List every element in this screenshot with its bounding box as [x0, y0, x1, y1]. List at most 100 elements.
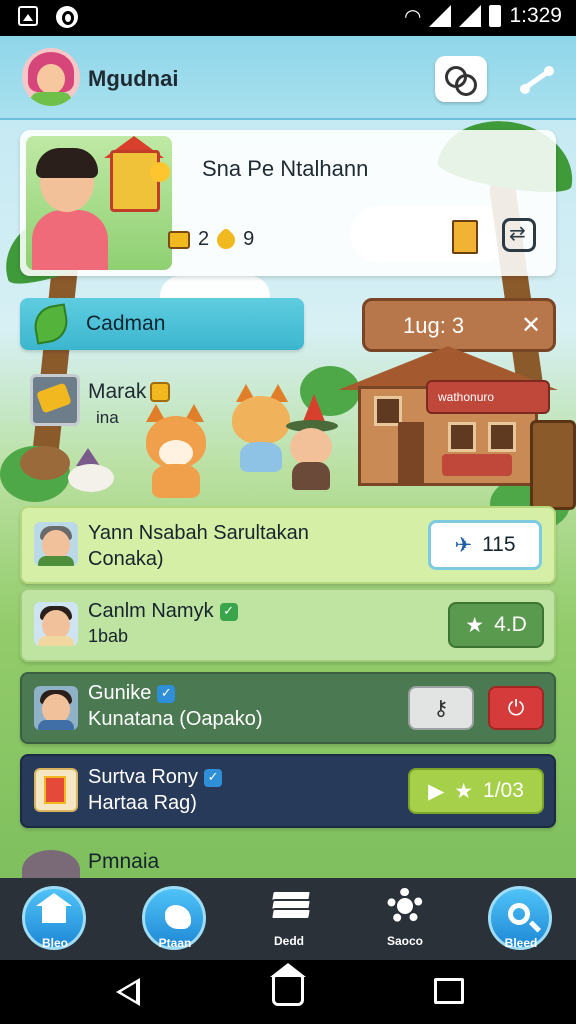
house-banner-text: wathonuro — [438, 390, 495, 404]
wrench-icon[interactable] — [516, 60, 556, 100]
quest-stat-value: 2 — [198, 228, 210, 250]
sign-label: 1ug: 3 — [403, 313, 465, 338]
fox-character[interactable] — [140, 404, 212, 498]
quest-character-body — [32, 210, 108, 270]
cat-body — [240, 442, 282, 472]
quest-stats: 2 9 — [168, 226, 255, 253]
nav-item-search[interactable]: Bleed — [476, 878, 566, 960]
power-button[interactable]: ⏻ — [488, 686, 544, 730]
star-icon: ★ — [465, 613, 485, 637]
status-bar: ◠ 1:329 — [0, 0, 576, 36]
heart-icon — [213, 226, 239, 253]
item-title: Marak — [88, 380, 171, 404]
goat-body — [68, 464, 114, 492]
chest-icon — [168, 230, 190, 249]
close-icon[interactable]: ✕ — [521, 311, 541, 339]
app-title: Mgudnai — [88, 66, 179, 91]
house-door — [398, 422, 424, 484]
quest-heart-value: 9 — [243, 228, 255, 250]
house-small-sign — [442, 454, 512, 476]
verified-icon: ✓ — [204, 768, 223, 787]
item-subtitle: ina — [96, 408, 119, 427]
row-avatar — [34, 602, 78, 646]
row-name: Canlm Namyk ✓ — [88, 600, 238, 623]
wrench-end — [520, 84, 530, 94]
row-action-button[interactable]: ★ 4.D — [448, 602, 544, 648]
gnome-face — [290, 428, 332, 466]
row-name: Gunike ✓ — [88, 682, 176, 705]
row-action-label: 115 — [482, 533, 516, 556]
location-label: Cadman — [86, 312, 166, 335]
bottom-navigation: Bleo Ptaan Dedd Saoco Bleed — [0, 878, 576, 960]
lock-icon: ⚷ — [433, 696, 449, 720]
system-navigation — [0, 960, 576, 1024]
signal-icon-2 — [459, 5, 482, 27]
status-right: ◠ 1:329 — [404, 4, 562, 28]
swap-icon[interactable] — [502, 218, 536, 252]
link-button[interactable] — [435, 56, 487, 102]
star-icon: ★ — [454, 779, 474, 803]
card-art — [44, 776, 66, 804]
avatar-shirt — [38, 556, 74, 566]
player-avatar[interactable] — [22, 48, 80, 106]
row-avatar — [34, 522, 78, 566]
nav-item-bird[interactable]: Ptaan — [130, 878, 220, 960]
verified-icon: ✓ — [157, 684, 176, 703]
home-glyph — [36, 893, 72, 923]
row-name: Surtva Rony ✓ — [88, 766, 223, 789]
status-left — [18, 6, 78, 28]
dog-character[interactable] — [20, 436, 72, 482]
nav-item-layers[interactable]: Dedd — [244, 878, 334, 960]
gnome-character[interactable] — [282, 394, 342, 494]
layers-icon — [269, 890, 313, 920]
goat-character[interactable] — [68, 448, 118, 494]
row-action-button[interactable]: ▶ ★ 1/03 — [408, 768, 544, 814]
gallery-icon — [18, 6, 38, 26]
power-icon: ⏻ — [507, 695, 525, 720]
avatar-face — [37, 64, 65, 94]
nav-item-settings[interactable]: Saoco — [360, 878, 450, 960]
wrench-end — [544, 66, 554, 76]
wooden-crate — [530, 420, 576, 510]
avatar-shirt — [38, 636, 74, 646]
quest-card[interactable]: Sna Pe Ntalhann 2 9 — [20, 130, 556, 276]
row-subtitle: Kunatana (Oapako) — [88, 708, 263, 730]
village-house[interactable]: wathonuro — [338, 346, 558, 486]
notification-icon — [56, 6, 78, 28]
home-button-icon[interactable] — [270, 963, 306, 1006]
sun-icon — [150, 162, 170, 182]
link-icon-ring — [455, 74, 477, 96]
row-subtitle: Hartaa Rag) — [88, 792, 197, 814]
list-item[interactable]: Surtva Rony ✓ Hartaa Rag) ▶ ★ 1/03 — [20, 754, 556, 828]
dog-body — [20, 446, 70, 480]
list-item[interactable]: Yann Nsabah Sarultakan Conaka) ✈ 115 — [20, 506, 556, 584]
nav-label: Bleo — [41, 936, 68, 950]
row-subtitle: Conaka) — [88, 548, 164, 570]
birdhouse-icon — [110, 150, 160, 212]
leaf-icon — [31, 303, 71, 345]
row-subtitle: 1bab — [88, 626, 129, 646]
signal-icon — [429, 5, 452, 27]
quest-character-hair — [36, 148, 98, 178]
wooden-sign: 1ug: 3 ✕ — [362, 298, 556, 352]
row-action-button[interactable]: ✈ 115 — [428, 520, 542, 570]
house-banner: wathonuro — [426, 380, 550, 414]
back-icon[interactable] — [116, 978, 140, 1006]
door-icon[interactable] — [452, 220, 478, 254]
layer — [269, 908, 313, 920]
nav-item-home[interactable]: Bleo — [10, 878, 100, 960]
recent-apps-icon[interactable] — [434, 978, 464, 1004]
list-item[interactable]: Canlm Namyk ✓ 1bab ★ 4.D — [20, 588, 556, 662]
list-item[interactable]: Gunike ✓ Kunatana (Oapako) ⚷ ⏻ — [20, 672, 556, 744]
bird-glyph — [165, 905, 191, 929]
avatar-shirt — [38, 720, 74, 730]
location-banner[interactable]: Cadman — [20, 298, 304, 350]
unlock-button[interactable]: ⚷ — [408, 686, 474, 730]
item-card-icon[interactable] — [30, 374, 80, 426]
nav-label: Dedd — [274, 934, 304, 948]
row-avatar — [34, 686, 78, 730]
status-time: 1:329 — [509, 4, 562, 27]
house-window — [448, 422, 476, 452]
partial-row-label: Pmnaia — [88, 850, 160, 873]
row-action-label: 1/03 — [483, 779, 524, 802]
